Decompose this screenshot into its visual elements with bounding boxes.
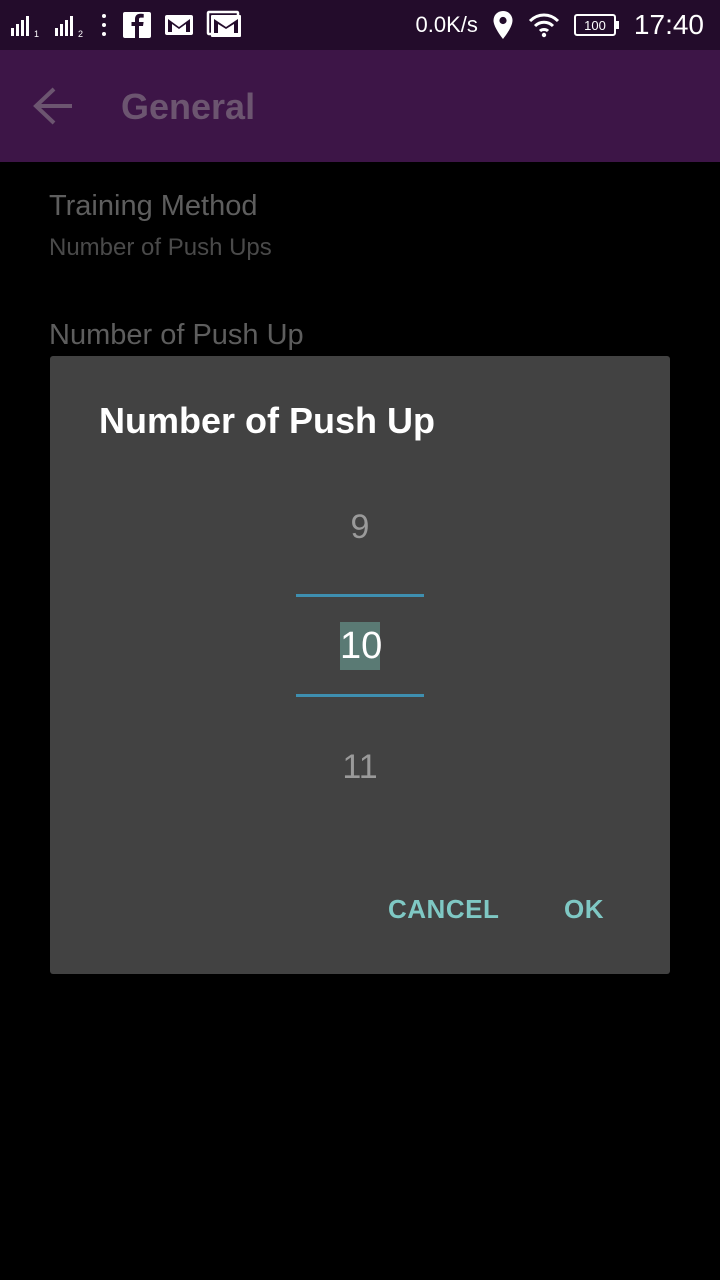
gmail-icon: [164, 13, 194, 37]
network-speed: 0.0K/s: [415, 12, 478, 37]
picker-divider-top: [296, 594, 424, 597]
signal-sim1-icon: 1: [10, 12, 42, 38]
gmail-icon: [206, 10, 242, 40]
ok-button[interactable]: OK: [564, 894, 604, 925]
number-picker-dialog: Number of Push Up 9 10 11 CANCEL OK: [50, 356, 670, 974]
more-vert-icon: [98, 12, 110, 38]
back-button[interactable]: [26, 80, 82, 132]
location-icon: [492, 10, 514, 40]
signal-sim2-icon: 2: [54, 12, 86, 38]
picker-current-value[interactable]: 10: [340, 622, 382, 670]
number-picker[interactable]: 9 10 11: [296, 486, 424, 816]
battery-level: 100: [584, 18, 606, 33]
status-left: 1 2: [10, 0, 242, 50]
pref-title: Number of Push Up: [49, 319, 304, 351]
wifi-icon: [528, 12, 560, 38]
page-title: General: [121, 86, 256, 127]
battery-icon: 100: [573, 13, 620, 37]
screen: 1 2 0.0K/s 100 17:40 General Training Me…: [0, 0, 720, 1280]
picker-divider-bottom: [296, 694, 424, 697]
clock: 17:40: [633, 9, 704, 40]
cancel-button[interactable]: CANCEL: [388, 894, 499, 925]
pref-title: Training Method: [49, 190, 258, 222]
sim2-label: 2: [78, 29, 83, 38]
arrow-back-icon: [33, 87, 72, 125]
dialog-title: Number of Push Up: [99, 400, 436, 441]
status-right: 0.0K/s 100 17:40: [416, 0, 704, 50]
app-bar: General: [0, 50, 720, 162]
sim1-label: 1: [34, 29, 39, 38]
facebook-icon: [122, 11, 152, 39]
picker-next-value[interactable]: 11: [296, 748, 424, 787]
pref-summary: Number of Push Ups: [49, 234, 272, 261]
picker-previous-value[interactable]: 9: [296, 508, 424, 547]
status-bar: 1 2 0.0K/s 100 17:40: [0, 0, 720, 50]
